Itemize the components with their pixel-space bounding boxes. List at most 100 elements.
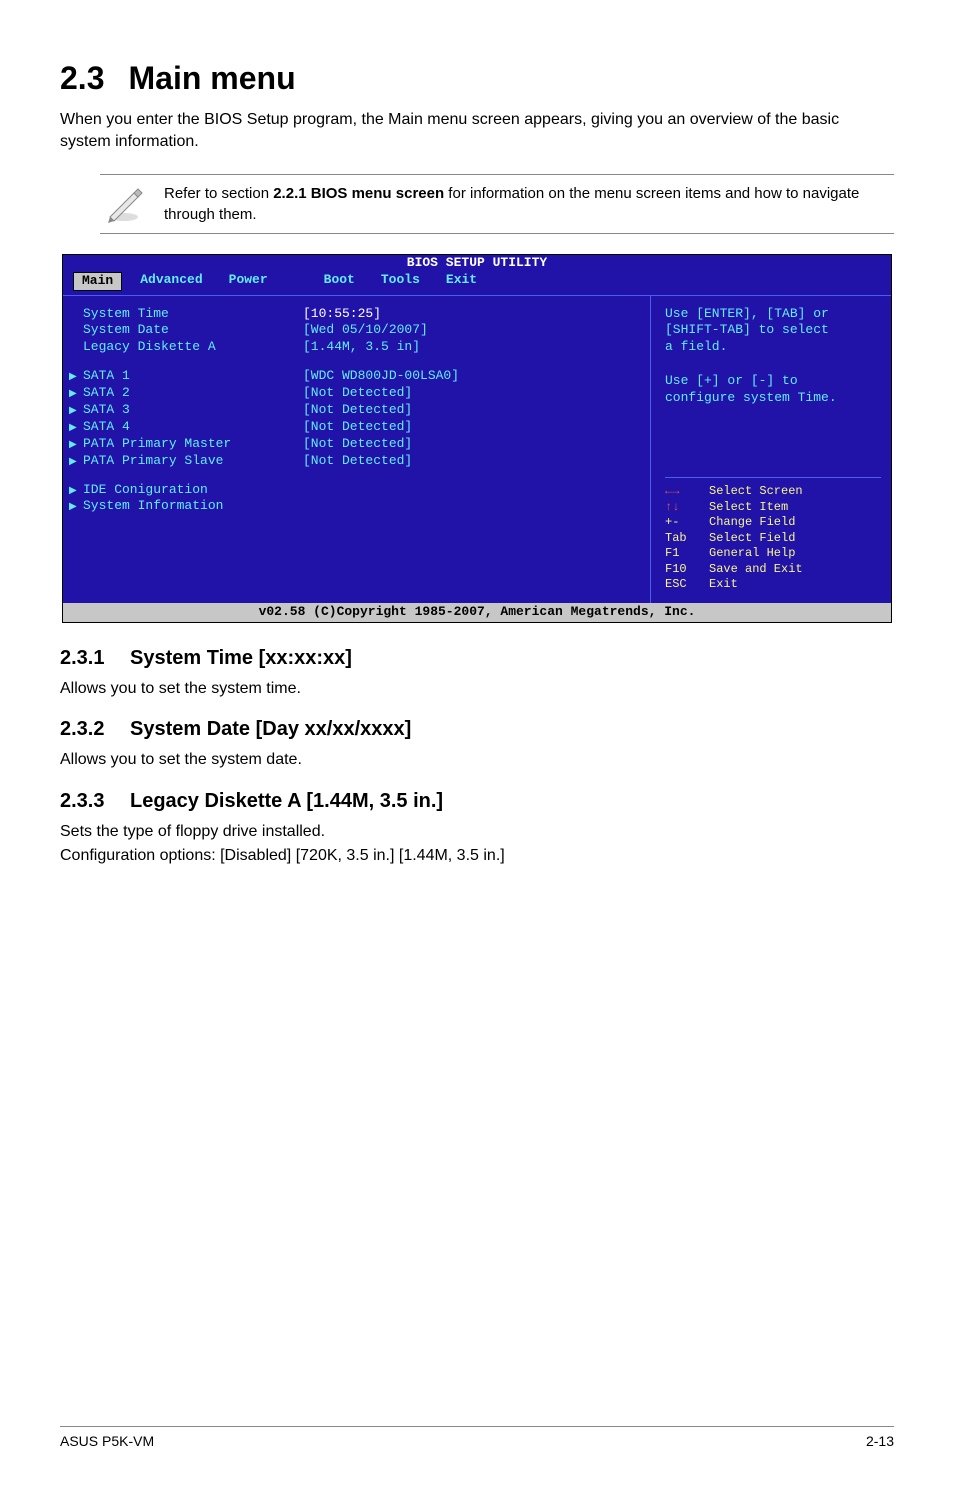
subsection-body: Configuration options: [Disabled] [720K,… [60,845,894,867]
bios-extra-label: System Information [83,498,223,513]
bios-drive-label: PATA Primary Slave [83,453,223,468]
bios-drive-value: [Not Detected] [303,385,412,402]
bios-help-desc: Exit [709,577,738,593]
bios-drive-label: SATA 4 [83,419,130,434]
subsection-title: System Time [xx:xx:xx] [130,647,352,669]
bios-header: BIOS SETUP UTILITY [63,255,891,272]
bios-drive-row[interactable]: ▶SATA 3[Not Detected] [83,402,640,419]
bios-help-panel: Use [ENTER], [TAB] or[SHIFT-TAB] to sele… [651,296,891,604]
note-pre: Refer to section [164,185,273,202]
bios-help-key-row: F10Save and Exit [665,562,881,578]
note-bold: 2.2.1 BIOS menu screen [273,185,444,202]
note-block: Refer to section 2.2.1 BIOS menu screen … [100,174,894,234]
triangle-icon: ▶ [69,371,79,384]
bios-main-panel: System Time[10:55:25]System Date[Wed 05/… [63,296,651,604]
bios-drive-row[interactable]: ▶SATA 4[Not Detected] [83,419,640,436]
bios-help-line: Use [+] or [-] to [665,373,881,390]
bios-field-row[interactable]: Legacy Diskette A[1.44M, 3.5 in] [83,339,640,356]
bios-drive-row[interactable]: ▶PATA Primary Slave[Not Detected] [83,453,640,470]
bios-help-line: configure system Time. [665,390,881,407]
bios-menu-boot[interactable]: Boot [316,272,363,291]
bios-menu-bar: Main Advanced Power Boot Tools Exit [63,272,891,295]
bios-drive-value: [Not Detected] [303,402,412,419]
footer-right: 2-13 [866,1433,894,1449]
bios-menu-main[interactable]: Main [73,272,122,291]
bios-field-row[interactable]: System Time[10:55:25] [83,306,640,323]
bios-field-row[interactable]: System Date[Wed 05/10/2007] [83,322,640,339]
bios-menu-advanced[interactable]: Advanced [132,272,210,291]
bios-extra-label: IDE Coniguration [83,482,208,497]
page-footer: ASUS P5K-VM 2-13 [60,1426,894,1449]
bios-drive-row[interactable]: ▶SATA 2[Not Detected] [83,385,640,402]
bios-help-desc: General Help [709,546,795,562]
triangle-icon: ▶ [69,422,79,435]
bios-help-key-row: F1General Help [665,546,881,562]
bios-help-key: Tab [665,531,709,547]
triangle-icon: ▶ [69,439,79,452]
bios-help-key-row: ESCExit [665,577,881,593]
bios-help-desc: Change Field [709,515,795,531]
bios-field-label: System Time [83,306,303,323]
intro-paragraph: When you enter the BIOS Setup program, t… [60,109,894,154]
note-text: Refer to section 2.2.1 BIOS menu screen … [148,183,894,225]
bios-field-label: System Date [83,322,303,339]
bios-field-value: [10:55:25] [303,306,381,323]
bios-help-line: [SHIFT-TAB] to select [665,322,881,339]
triangle-icon: ▶ [69,501,79,514]
pencil-icon [100,183,148,223]
bios-help-line: Use [ENTER], [TAB] or [665,306,881,323]
subsection-number: 2.3.2 [60,718,130,741]
bios-drive-label: SATA 2 [83,385,130,400]
bios-help-key: F10 [665,562,709,578]
bios-extra-row[interactable]: ▶System Information [83,498,640,515]
bios-help-desc: Select Screen [709,484,803,500]
bios-help-key-row: ↑↓Select Item [665,500,881,516]
subsection-heading: 2.3.2System Date [Day xx/xx/xxxx] [60,718,894,741]
bios-field-label: Legacy Diskette A [83,339,303,356]
bios-help-key: ESC [665,577,709,593]
triangle-icon: ▶ [69,456,79,469]
bios-help-key-row: +-Change Field [665,515,881,531]
subsection-body: Allows you to set the system date. [60,749,894,771]
subsection-title: System Date [Day xx/xx/xxxx] [130,718,411,740]
bios-drive-value: [Not Detected] [303,419,412,436]
bios-drive-row[interactable]: ▶SATA 1[WDC WD800JD-00LSA0] [83,368,640,385]
triangle-icon: ▶ [69,388,79,401]
subsection-body: Allows you to set the system time. [60,678,894,700]
subsection-number: 2.3.3 [60,790,130,813]
subsection-title: Legacy Diskette A [1.44M, 3.5 in.] [130,790,443,812]
bios-menu-tools[interactable]: Tools [373,272,428,291]
bios-drive-value: [WDC WD800JD-00LSA0] [303,368,459,385]
bios-help-desc: Select Field [709,531,795,547]
bios-help-line: a field. [665,339,881,356]
bios-drive-value: [Not Detected] [303,453,412,470]
bios-help-key-row: ←→Select Screen [665,484,881,500]
triangle-icon: ▶ [69,405,79,418]
bios-help-key: +- [665,515,709,531]
bios-drive-label: SATA 1 [83,368,130,383]
section-heading: 2.3Main menu [60,60,894,97]
bios-drive-label: SATA 3 [83,402,130,417]
bios-field-value: [1.44M, 3.5 in] [303,339,420,356]
bios-footer: v02.58 (C)Copyright 1985-2007, American … [63,603,891,622]
subsection-heading: 2.3.1System Time [xx:xx:xx] [60,647,894,670]
bios-help-desc: Save and Exit [709,562,803,578]
subsection-number: 2.3.1 [60,647,130,670]
bios-screenshot: BIOS SETUP UTILITY Main Advanced Power Boot… [62,254,892,623]
bios-drive-value: [Not Detected] [303,436,412,453]
bios-drive-row[interactable]: ▶PATA Primary Master[Not Detected] [83,436,640,453]
bios-help-desc: Select Item [709,500,788,516]
section-title-text: Main menu [128,60,295,96]
bios-help-key-row: TabSelect Field [665,531,881,547]
bios-menu-exit[interactable]: Exit [438,272,485,291]
bios-help-key: ←→ [665,484,709,500]
subsection-body: Sets the type of floppy drive installed. [60,821,894,843]
bios-extra-row[interactable]: ▶IDE Coniguration [83,482,640,499]
bios-menu-power[interactable]: Power [221,272,276,291]
triangle-icon: ▶ [69,485,79,498]
footer-left: ASUS P5K-VM [60,1433,154,1449]
bios-field-value: [Wed 05/10/2007] [303,322,428,339]
bios-help-line [665,356,881,373]
bios-drive-label: PATA Primary Master [83,436,231,451]
subsection-heading: 2.3.3Legacy Diskette A [1.44M, 3.5 in.] [60,790,894,813]
